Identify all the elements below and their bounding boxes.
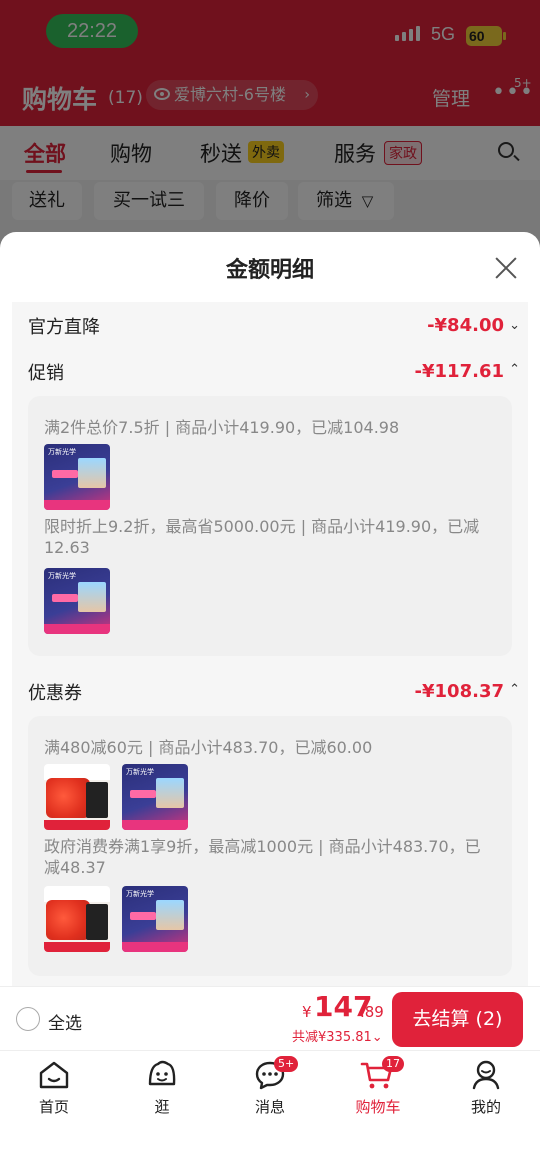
close-icon[interactable] <box>492 254 520 282</box>
product-thumbnail[interactable]: 万新光学 <box>122 886 188 952</box>
product-thumbnail[interactable] <box>44 764 110 830</box>
chevron-down-icon: ⌄ <box>371 1030 383 1045</box>
chevron-down-icon[interactable]: ⌄ <box>509 318 520 333</box>
select-all-radio[interactable] <box>16 1007 40 1031</box>
total-saved[interactable]: 共减¥335.81⌄ <box>292 1026 383 1045</box>
nav-home-label[interactable]: 首页 <box>14 1096 94 1117</box>
product-thumbnail[interactable] <box>44 886 110 952</box>
sheet-title: 金额明细 <box>225 258 314 283</box>
nav-cart-label[interactable]: 购物车 <box>338 1096 418 1117</box>
profile-icon[interactable] <box>470 1058 502 1090</box>
coupon-amount[interactable]: -¥108.37 <box>415 681 504 702</box>
official-discount-label: 官方直降 <box>28 317 100 338</box>
coupon-label: 优惠券 <box>28 683 82 704</box>
official-discount-amount[interactable]: -¥84.00 <box>427 315 504 336</box>
price-decimal: .89 <box>360 1003 384 1021</box>
coupon-card: 满480减60元 | 商品小计483.70，已减60.00 万新光学 政府消费券… <box>28 716 512 976</box>
nav-messages-label[interactable]: 消息 <box>230 1096 310 1117</box>
nav-browse-label[interactable]: 逛 <box>122 1096 202 1117</box>
cart-badge: 17 <box>382 1056 404 1072</box>
promo-amount[interactable]: -¥117.61 <box>415 361 504 382</box>
promo-card: 满2件总价7.5折 | 商品小计419.90，已减104.98 万新光学 限时折… <box>28 396 512 656</box>
promo-line-2: 限时折上9.2折，最高省5000.00元 | 商品小计419.90，已减12.6… <box>44 517 480 557</box>
total-saved-text: 共减¥335.81 <box>292 1030 372 1045</box>
messages-badge: 5+ <box>274 1056 299 1072</box>
nav-me-label[interactable]: 我的 <box>446 1096 526 1117</box>
product-thumbnail[interactable]: 万新光学 <box>44 444 110 510</box>
select-all-label[interactable]: 全选 <box>48 1009 82 1034</box>
checkout-button[interactable]: 去结算 (2) <box>392 992 523 1047</box>
chevron-up-icon[interactable]: ⌃ <box>509 682 520 697</box>
price-currency: ¥ <box>302 1003 312 1021</box>
browse-icon[interactable] <box>146 1058 178 1090</box>
chevron-up-icon[interactable]: ⌃ <box>509 362 520 377</box>
product-thumbnail[interactable]: 万新光学 <box>44 568 110 634</box>
promo-label: 促销 <box>28 363 64 384</box>
dim-overlay[interactable] <box>0 0 540 260</box>
promo-line-1: 满2件总价7.5折 | 商品小计419.90，已减104.98 <box>44 418 400 437</box>
coupon-line-2: 政府消费券满1享9折，最高减1000元 | 商品小计483.70，已减48.37 <box>44 837 481 877</box>
home-icon[interactable] <box>38 1060 70 1090</box>
coupon-line-1: 满480减60元 | 商品小计483.70，已减60.00 <box>44 738 373 757</box>
product-thumbnail[interactable]: 万新光学 <box>122 764 188 830</box>
